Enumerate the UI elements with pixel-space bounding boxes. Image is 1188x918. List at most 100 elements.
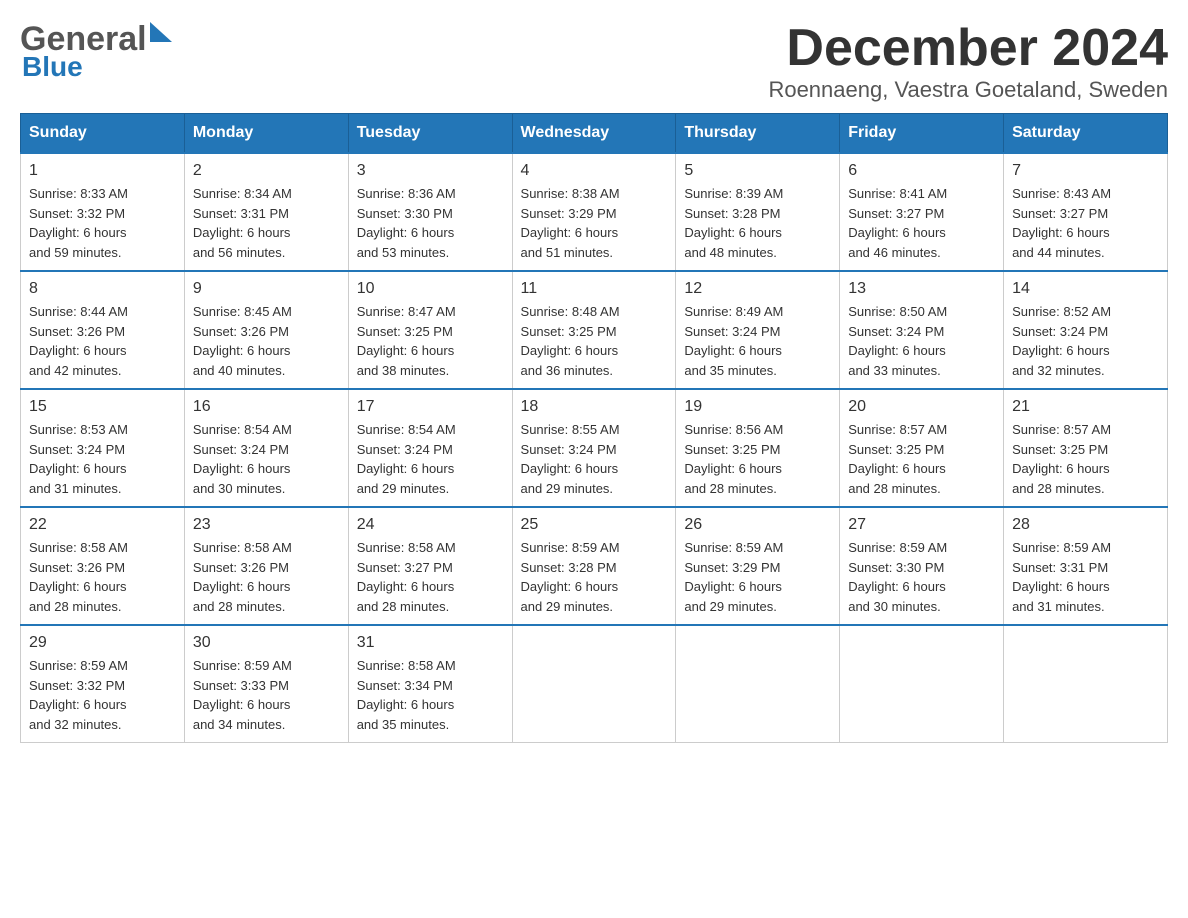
day-info: Sunrise: 8:54 AM Sunset: 3:24 PM Dayligh… bbox=[193, 420, 340, 498]
calendar-day-cell: 16 Sunrise: 8:54 AM Sunset: 3:24 PM Dayli… bbox=[184, 389, 348, 507]
location-title: Roennaeng, Vaestra Goetaland, Sweden bbox=[768, 77, 1168, 103]
day-info: Sunrise: 8:47 AM Sunset: 3:25 PM Dayligh… bbox=[357, 302, 504, 380]
day-number: 12 bbox=[684, 280, 831, 298]
calendar-day-cell: 7Sunrise: 8:43 AM Sunset: 3:27 PM Daylig… bbox=[1004, 153, 1168, 271]
calendar-week-row: 22 Sunrise: 8:58 AM Sunset: 3:26 PM Dayli… bbox=[21, 507, 1168, 625]
day-number: 16 bbox=[193, 398, 340, 416]
day-number: 13 bbox=[848, 280, 995, 298]
day-info: Sunrise: 8:56 AM Sunset: 3:25 PM Dayligh… bbox=[684, 420, 831, 498]
calendar-day-cell: 14 Sunrise: 8:52 AM Sunset: 3:24 PM Dayli… bbox=[1004, 271, 1168, 389]
day-info: Sunrise: 8:59 AM Sunset: 3:32 PM Dayligh… bbox=[29, 656, 176, 734]
day-info: Sunrise: 8:54 AM Sunset: 3:24 PM Dayligh… bbox=[357, 420, 504, 498]
weekday-header-cell: Friday bbox=[840, 114, 1004, 154]
day-info: Sunrise: 8:52 AM Sunset: 3:24 PM Dayligh… bbox=[1012, 302, 1159, 380]
day-info: Sunrise: 8:43 AM Sunset: 3:27 PM Dayligh… bbox=[1012, 184, 1159, 262]
day-info: Sunrise: 8:50 AM Sunset: 3:24 PM Dayligh… bbox=[848, 302, 995, 380]
day-info: Sunrise: 8:34 AM Sunset: 3:31 PM Dayligh… bbox=[193, 184, 340, 262]
calendar-day-cell: 31 Sunrise: 8:58 AM Sunset: 3:34 PM Dayli… bbox=[348, 625, 512, 743]
day-info: Sunrise: 8:39 AM Sunset: 3:28 PM Dayligh… bbox=[684, 184, 831, 262]
calendar-day-cell: 6 Sunrise: 8:41 AM Sunset: 3:27 PM Daylig… bbox=[840, 153, 1004, 271]
calendar-week-row: 1Sunrise: 8:33 AM Sunset: 3:32 PM Daylig… bbox=[21, 153, 1168, 271]
calendar-day-cell: 8Sunrise: 8:44 AM Sunset: 3:26 PM Daylig… bbox=[21, 271, 185, 389]
calendar-day-cell: 19 Sunrise: 8:56 AM Sunset: 3:25 PM Dayli… bbox=[676, 389, 840, 507]
calendar-day-cell: 13 Sunrise: 8:50 AM Sunset: 3:24 PM Dayli… bbox=[840, 271, 1004, 389]
logo-blue-label: Blue bbox=[22, 51, 83, 83]
calendar-day-cell: 11Sunrise: 8:48 AM Sunset: 3:25 PM Dayli… bbox=[512, 271, 676, 389]
logo-triangle-icon bbox=[150, 22, 172, 42]
day-number: 30 bbox=[193, 634, 340, 652]
day-number: 26 bbox=[684, 516, 831, 534]
title-area: December 2024 Roennaeng, Vaestra Goetala… bbox=[768, 20, 1168, 103]
calendar-day-cell: 1Sunrise: 8:33 AM Sunset: 3:32 PM Daylig… bbox=[21, 153, 185, 271]
weekday-header-cell: Wednesday bbox=[512, 114, 676, 154]
day-number: 6 bbox=[848, 162, 995, 180]
day-number: 17 bbox=[357, 398, 504, 416]
day-number: 29 bbox=[29, 634, 176, 652]
day-info: Sunrise: 8:38 AM Sunset: 3:29 PM Dayligh… bbox=[521, 184, 668, 262]
calendar-day-cell: 9 Sunrise: 8:45 AM Sunset: 3:26 PM Daylig… bbox=[184, 271, 348, 389]
day-number: 5 bbox=[684, 162, 831, 180]
day-number: 1 bbox=[29, 162, 176, 180]
day-number: 18 bbox=[521, 398, 668, 416]
day-number: 31 bbox=[357, 634, 504, 652]
calendar-day-cell: 30 Sunrise: 8:59 AM Sunset: 3:33 PM Dayli… bbox=[184, 625, 348, 743]
calendar-day-cell: 21 Sunrise: 8:57 AM Sunset: 3:25 PM Dayli… bbox=[1004, 389, 1168, 507]
weekday-header-cell: Monday bbox=[184, 114, 348, 154]
weekday-header-cell: Tuesday bbox=[348, 114, 512, 154]
weekday-header-row: SundayMondayTuesdayWednesdayThursdayFrid… bbox=[21, 114, 1168, 154]
day-info: Sunrise: 8:59 AM Sunset: 3:29 PM Dayligh… bbox=[684, 538, 831, 616]
day-number: 28 bbox=[1012, 516, 1159, 534]
page-header: General Blue December 2024 Roennaeng, Va… bbox=[20, 20, 1168, 103]
day-info: Sunrise: 8:58 AM Sunset: 3:26 PM Dayligh… bbox=[29, 538, 176, 616]
day-info: Sunrise: 8:59 AM Sunset: 3:33 PM Dayligh… bbox=[193, 656, 340, 734]
day-number: 3 bbox=[357, 162, 504, 180]
calendar-day-cell: 5 Sunrise: 8:39 AM Sunset: 3:28 PM Daylig… bbox=[676, 153, 840, 271]
day-info: Sunrise: 8:57 AM Sunset: 3:25 PM Dayligh… bbox=[848, 420, 995, 498]
calendar-body: 1Sunrise: 8:33 AM Sunset: 3:32 PM Daylig… bbox=[21, 153, 1168, 743]
calendar-day-cell bbox=[840, 625, 1004, 743]
calendar-day-cell: 15 Sunrise: 8:53 AM Sunset: 3:24 PM Dayli… bbox=[21, 389, 185, 507]
day-info: Sunrise: 8:59 AM Sunset: 3:28 PM Dayligh… bbox=[521, 538, 668, 616]
day-number: 15 bbox=[29, 398, 176, 416]
day-info: Sunrise: 8:44 AM Sunset: 3:26 PM Dayligh… bbox=[29, 302, 176, 380]
day-info: Sunrise: 8:55 AM Sunset: 3:24 PM Dayligh… bbox=[521, 420, 668, 498]
day-info: Sunrise: 8:48 AM Sunset: 3:25 PM Dayligh… bbox=[521, 302, 668, 380]
day-info: Sunrise: 8:57 AM Sunset: 3:25 PM Dayligh… bbox=[1012, 420, 1159, 498]
day-number: 19 bbox=[684, 398, 831, 416]
calendar-day-cell: 27Sunrise: 8:59 AM Sunset: 3:30 PM Dayli… bbox=[840, 507, 1004, 625]
day-number: 21 bbox=[1012, 398, 1159, 416]
day-info: Sunrise: 8:58 AM Sunset: 3:26 PM Dayligh… bbox=[193, 538, 340, 616]
day-number: 24 bbox=[357, 516, 504, 534]
day-number: 20 bbox=[848, 398, 995, 416]
day-info: Sunrise: 8:58 AM Sunset: 3:34 PM Dayligh… bbox=[357, 656, 504, 734]
day-info: Sunrise: 8:41 AM Sunset: 3:27 PM Dayligh… bbox=[848, 184, 995, 262]
calendar-day-cell: 10Sunrise: 8:47 AM Sunset: 3:25 PM Dayli… bbox=[348, 271, 512, 389]
day-number: 25 bbox=[521, 516, 668, 534]
day-number: 14 bbox=[1012, 280, 1159, 298]
calendar-day-cell bbox=[676, 625, 840, 743]
weekday-header-cell: Thursday bbox=[676, 114, 840, 154]
day-number: 22 bbox=[29, 516, 176, 534]
calendar-day-cell: 22 Sunrise: 8:58 AM Sunset: 3:26 PM Dayli… bbox=[21, 507, 185, 625]
day-number: 4 bbox=[521, 162, 668, 180]
calendar-day-cell: 18 Sunrise: 8:55 AM Sunset: 3:24 PM Dayli… bbox=[512, 389, 676, 507]
calendar-day-cell: 25 Sunrise: 8:59 AM Sunset: 3:28 PM Dayli… bbox=[512, 507, 676, 625]
calendar-day-cell: 26 Sunrise: 8:59 AM Sunset: 3:29 PM Dayli… bbox=[676, 507, 840, 625]
day-number: 23 bbox=[193, 516, 340, 534]
calendar-table: SundayMondayTuesdayWednesdayThursdayFrid… bbox=[20, 113, 1168, 743]
weekday-header-cell: Saturday bbox=[1004, 114, 1168, 154]
calendar-week-row: 29 Sunrise: 8:59 AM Sunset: 3:32 PM Dayli… bbox=[21, 625, 1168, 743]
day-info: Sunrise: 8:59 AM Sunset: 3:31 PM Dayligh… bbox=[1012, 538, 1159, 616]
day-info: Sunrise: 8:45 AM Sunset: 3:26 PM Dayligh… bbox=[193, 302, 340, 380]
calendar-day-cell: 12Sunrise: 8:49 AM Sunset: 3:24 PM Dayli… bbox=[676, 271, 840, 389]
day-info: Sunrise: 8:58 AM Sunset: 3:27 PM Dayligh… bbox=[357, 538, 504, 616]
day-number: 9 bbox=[193, 280, 340, 298]
calendar-day-cell: 3Sunrise: 8:36 AM Sunset: 3:30 PM Daylig… bbox=[348, 153, 512, 271]
calendar-day-cell bbox=[1004, 625, 1168, 743]
day-info: Sunrise: 8:53 AM Sunset: 3:24 PM Dayligh… bbox=[29, 420, 176, 498]
calendar-day-cell: 29 Sunrise: 8:59 AM Sunset: 3:32 PM Dayli… bbox=[21, 625, 185, 743]
calendar-day-cell: 4 Sunrise: 8:38 AM Sunset: 3:29 PM Daylig… bbox=[512, 153, 676, 271]
calendar-day-cell: 24 Sunrise: 8:58 AM Sunset: 3:27 PM Dayli… bbox=[348, 507, 512, 625]
calendar-week-row: 8Sunrise: 8:44 AM Sunset: 3:26 PM Daylig… bbox=[21, 271, 1168, 389]
day-number: 27 bbox=[848, 516, 995, 534]
